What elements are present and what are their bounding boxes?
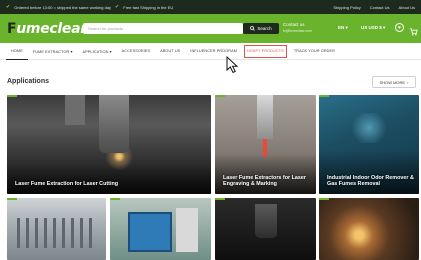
application-card-laser-engraving[interactable]: Laser Fume Extractors for Laser Engravin…: [215, 95, 316, 194]
card-caption: Laser Fume Extraction for Laser Cutting: [15, 181, 119, 188]
circuit-board-image: [128, 212, 172, 252]
show-more-label: SHOW MORE: [379, 79, 406, 85]
language-value: EN: [338, 25, 345, 30]
laser-head-image: [99, 95, 129, 153]
factory-structure-image: [17, 218, 97, 248]
nav-about-us[interactable]: ABOUT US: [155, 43, 185, 60]
nav-hospt-products[interactable]: HOSPT PRODUCTS: [242, 43, 289, 60]
card-tag: [319, 95, 329, 97]
logo-initial: F: [7, 20, 17, 37]
contact-us-link[interactable]: Contact Us: [370, 5, 390, 10]
section-title: Applications: [7, 78, 50, 85]
topbar-links: Shipping Policy Contact Us About Us: [333, 5, 415, 10]
nav-application[interactable]: APPLICATION ▾: [78, 43, 117, 60]
card-tag: [215, 95, 225, 97]
about-us-link[interactable]: About Us: [399, 5, 415, 10]
announcement-group: ✔ Ordered before 13:00 = shipped the sam…: [6, 4, 173, 10]
language-selector[interactable]: EN ▾: [338, 25, 348, 31]
search-button[interactable]: Search: [243, 23, 279, 34]
application-card-welding[interactable]: [319, 198, 419, 260]
nav-fume-extractor[interactable]: FUME EXTRACTOR ▾: [28, 43, 78, 60]
soldering-station-image: [176, 208, 198, 252]
card-tag: [110, 198, 120, 200]
main-nav: HOME FUME EXTRACTOR ▾ APPLICATION ▾ ACCE…: [0, 43, 421, 60]
mouse-cursor-icon: [226, 56, 239, 74]
announcement-same-day: Ordered before 13:00 = shipped the same …: [14, 4, 112, 10]
search-placeholder: Search for products: [88, 26, 123, 31]
application-card-laser-cutting[interactable]: Laser Fume Extraction for Laser Cutting: [7, 95, 211, 194]
logo-text: umeclear: [16, 20, 87, 37]
nav-track-order[interactable]: TRACK YOUR ORDER: [289, 43, 340, 60]
card-caption: Laser Fume Extractors for Laser Engravin…: [223, 174, 306, 188]
search-icon: [250, 26, 256, 31]
announcement-bar: ✔ Ordered before 13:00 = shipped the sam…: [0, 0, 421, 14]
site-logo[interactable]: Fumeclear: [7, 20, 87, 37]
check-icon: ✔: [6, 4, 11, 10]
nav-home[interactable]: HOME: [6, 43, 28, 60]
application-card-electronics[interactable]: [110, 198, 211, 260]
engraver-head-image: [257, 95, 273, 139]
machine-part-image: [65, 95, 85, 125]
search-button-label: Search: [257, 26, 272, 31]
site-header: Fumeclear Search for products Search Con…: [0, 14, 421, 43]
card-tag: [319, 198, 329, 200]
currency-selector[interactable]: US USD $ ▾: [361, 25, 385, 31]
cart-icon[interactable]: [409, 23, 418, 41]
application-card-factory[interactable]: [7, 198, 106, 260]
contact-block[interactable]: Contact us fx@fumeclear.com: [283, 22, 312, 34]
account-icon[interactable]: ♥: [395, 23, 404, 32]
announcement-free-shipping: Free fast Shipping in the EU: [123, 4, 174, 10]
nav-accessories[interactable]: ACCESSORIES: [117, 43, 156, 60]
gas-cloud-image: [349, 113, 389, 143]
show-more-button[interactable]: SHOW MORE ›: [372, 76, 416, 88]
card-tag: [7, 95, 17, 97]
application-card-laser-dark[interactable]: [215, 198, 316, 260]
card-tag: [7, 198, 17, 200]
currency-value: US USD $: [361, 25, 382, 30]
search-input[interactable]: Search for products: [83, 23, 243, 34]
laser-nozzle-image: [255, 204, 277, 238]
application-card-indoor-odor[interactable]: Industrial Indoor Odor Remover & Gas Fum…: [319, 95, 419, 194]
shipping-policy-link[interactable]: Shipping Policy: [333, 5, 360, 10]
check-icon: ✔: [115, 4, 120, 10]
contact-email: fx@fumeclear.com: [283, 29, 313, 33]
arrow-right-icon: ›: [407, 79, 409, 85]
card-tag: [215, 198, 225, 200]
card-caption: Industrial Indoor Odor Remover & Gas Fum…: [327, 174, 414, 188]
card-shade: [7, 164, 211, 194]
